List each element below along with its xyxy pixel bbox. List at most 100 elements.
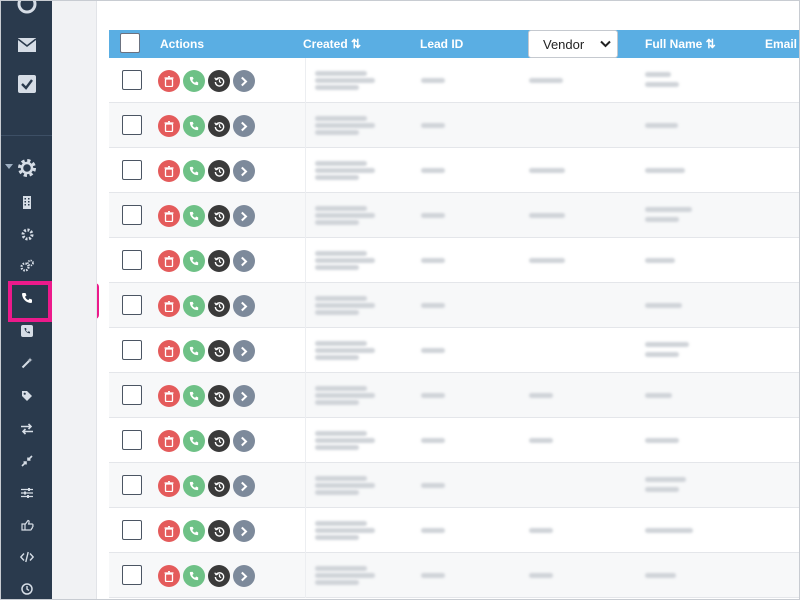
delete-button[interactable] xyxy=(158,295,180,317)
call-button[interactable] xyxy=(183,115,205,137)
blurred-full-name xyxy=(645,217,679,222)
delete-button[interactable] xyxy=(158,520,180,542)
column-email[interactable]: Email xyxy=(765,30,797,58)
exchange-icon[interactable] xyxy=(19,421,35,437)
history-button[interactable] xyxy=(208,385,230,407)
row-checkbox[interactable] xyxy=(122,70,142,90)
delete-button[interactable] xyxy=(158,565,180,587)
open-lead-button[interactable] xyxy=(233,250,255,272)
table-row[interactable] xyxy=(109,283,799,328)
open-lead-button[interactable] xyxy=(233,565,255,587)
hand-point-icon[interactable] xyxy=(19,517,35,533)
history-button[interactable] xyxy=(208,295,230,317)
select-all-checkbox[interactable] xyxy=(120,33,140,53)
clock-icon[interactable] xyxy=(19,581,35,597)
history-button[interactable] xyxy=(208,565,230,587)
row-checkbox[interactable] xyxy=(122,385,142,405)
table-row[interactable] xyxy=(109,553,799,598)
open-lead-button[interactable] xyxy=(233,385,255,407)
row-checkbox[interactable] xyxy=(122,115,142,135)
open-lead-button[interactable] xyxy=(233,70,255,92)
mail-icon[interactable] xyxy=(16,34,38,56)
phone-icon[interactable] xyxy=(19,290,35,306)
delete-button[interactable] xyxy=(158,340,180,362)
call-button[interactable] xyxy=(183,520,205,542)
table-row[interactable] xyxy=(109,373,799,418)
row-checkbox[interactable] xyxy=(122,565,142,585)
code-icon[interactable] xyxy=(19,549,35,565)
phone-icon xyxy=(189,571,199,581)
table-row[interactable] xyxy=(109,508,799,553)
history-button[interactable] xyxy=(208,430,230,452)
call-button[interactable] xyxy=(183,160,205,182)
tag-icon[interactable] xyxy=(19,388,35,404)
table-row[interactable] xyxy=(109,328,799,373)
call-button[interactable] xyxy=(183,430,205,452)
sliders-icon[interactable] xyxy=(19,485,35,501)
history-button[interactable] xyxy=(208,70,230,92)
wand-icon[interactable] xyxy=(19,355,35,371)
cog-icon[interactable] xyxy=(19,226,35,242)
building-icon[interactable] xyxy=(19,194,35,210)
history-button[interactable] xyxy=(208,340,230,362)
history-button[interactable] xyxy=(208,475,230,497)
row-checkbox[interactable] xyxy=(122,160,142,180)
open-lead-button[interactable] xyxy=(233,205,255,227)
open-lead-button[interactable] xyxy=(233,520,255,542)
table-row[interactable] xyxy=(109,148,799,193)
refresh-icon[interactable] xyxy=(16,1,38,15)
phone-square-icon[interactable] xyxy=(19,323,35,339)
row-checkbox[interactable] xyxy=(122,430,142,450)
row-checkbox[interactable] xyxy=(122,295,142,315)
chevron-right-icon xyxy=(240,481,248,492)
call-button[interactable] xyxy=(183,250,205,272)
row-checkbox[interactable] xyxy=(122,340,142,360)
delete-button[interactable] xyxy=(158,160,180,182)
column-created[interactable]: Created ⇅ xyxy=(303,30,361,58)
delete-button[interactable] xyxy=(158,250,180,272)
history-button[interactable] xyxy=(208,205,230,227)
call-button[interactable] xyxy=(183,385,205,407)
table-row[interactable] xyxy=(109,463,799,508)
row-checkbox[interactable] xyxy=(122,250,142,270)
column-lead-id[interactable]: Lead ID xyxy=(420,30,463,58)
column-full-name[interactable]: Full Name ⇅ xyxy=(645,30,716,58)
call-button[interactable] xyxy=(183,295,205,317)
delete-button[interactable] xyxy=(158,430,180,452)
history-button[interactable] xyxy=(208,160,230,182)
open-lead-button[interactable] xyxy=(233,340,255,362)
checkbox-icon[interactable] xyxy=(16,73,38,95)
row-checkbox[interactable] xyxy=(122,205,142,225)
open-lead-button[interactable] xyxy=(233,160,255,182)
delete-button[interactable] xyxy=(158,70,180,92)
table-row[interactable] xyxy=(109,58,799,103)
open-lead-button[interactable] xyxy=(233,295,255,317)
table-row[interactable] xyxy=(109,103,799,148)
delete-button[interactable] xyxy=(158,115,180,137)
vendor-filter-select[interactable]: Vendor xyxy=(528,30,618,58)
gear-icon[interactable] xyxy=(16,157,38,179)
compress-icon[interactable] xyxy=(19,453,35,469)
table-row[interactable] xyxy=(109,418,799,463)
history-button[interactable] xyxy=(208,520,230,542)
caret-down-icon[interactable] xyxy=(5,164,13,169)
row-checkbox[interactable] xyxy=(122,475,142,495)
open-lead-button[interactable] xyxy=(233,475,255,497)
call-button[interactable] xyxy=(183,70,205,92)
delete-button[interactable] xyxy=(158,475,180,497)
call-button[interactable] xyxy=(183,340,205,362)
open-lead-button[interactable] xyxy=(233,115,255,137)
table-row[interactable] xyxy=(109,238,799,283)
table-row[interactable] xyxy=(109,193,799,238)
call-button[interactable] xyxy=(183,565,205,587)
call-button[interactable] xyxy=(183,205,205,227)
history-button[interactable] xyxy=(208,250,230,272)
delete-button[interactable] xyxy=(158,205,180,227)
blurred-created xyxy=(315,528,375,533)
call-button[interactable] xyxy=(183,475,205,497)
cogs-icon[interactable] xyxy=(19,258,35,274)
open-lead-button[interactable] xyxy=(233,430,255,452)
delete-button[interactable] xyxy=(158,385,180,407)
row-checkbox[interactable] xyxy=(122,520,142,540)
history-button[interactable] xyxy=(208,115,230,137)
